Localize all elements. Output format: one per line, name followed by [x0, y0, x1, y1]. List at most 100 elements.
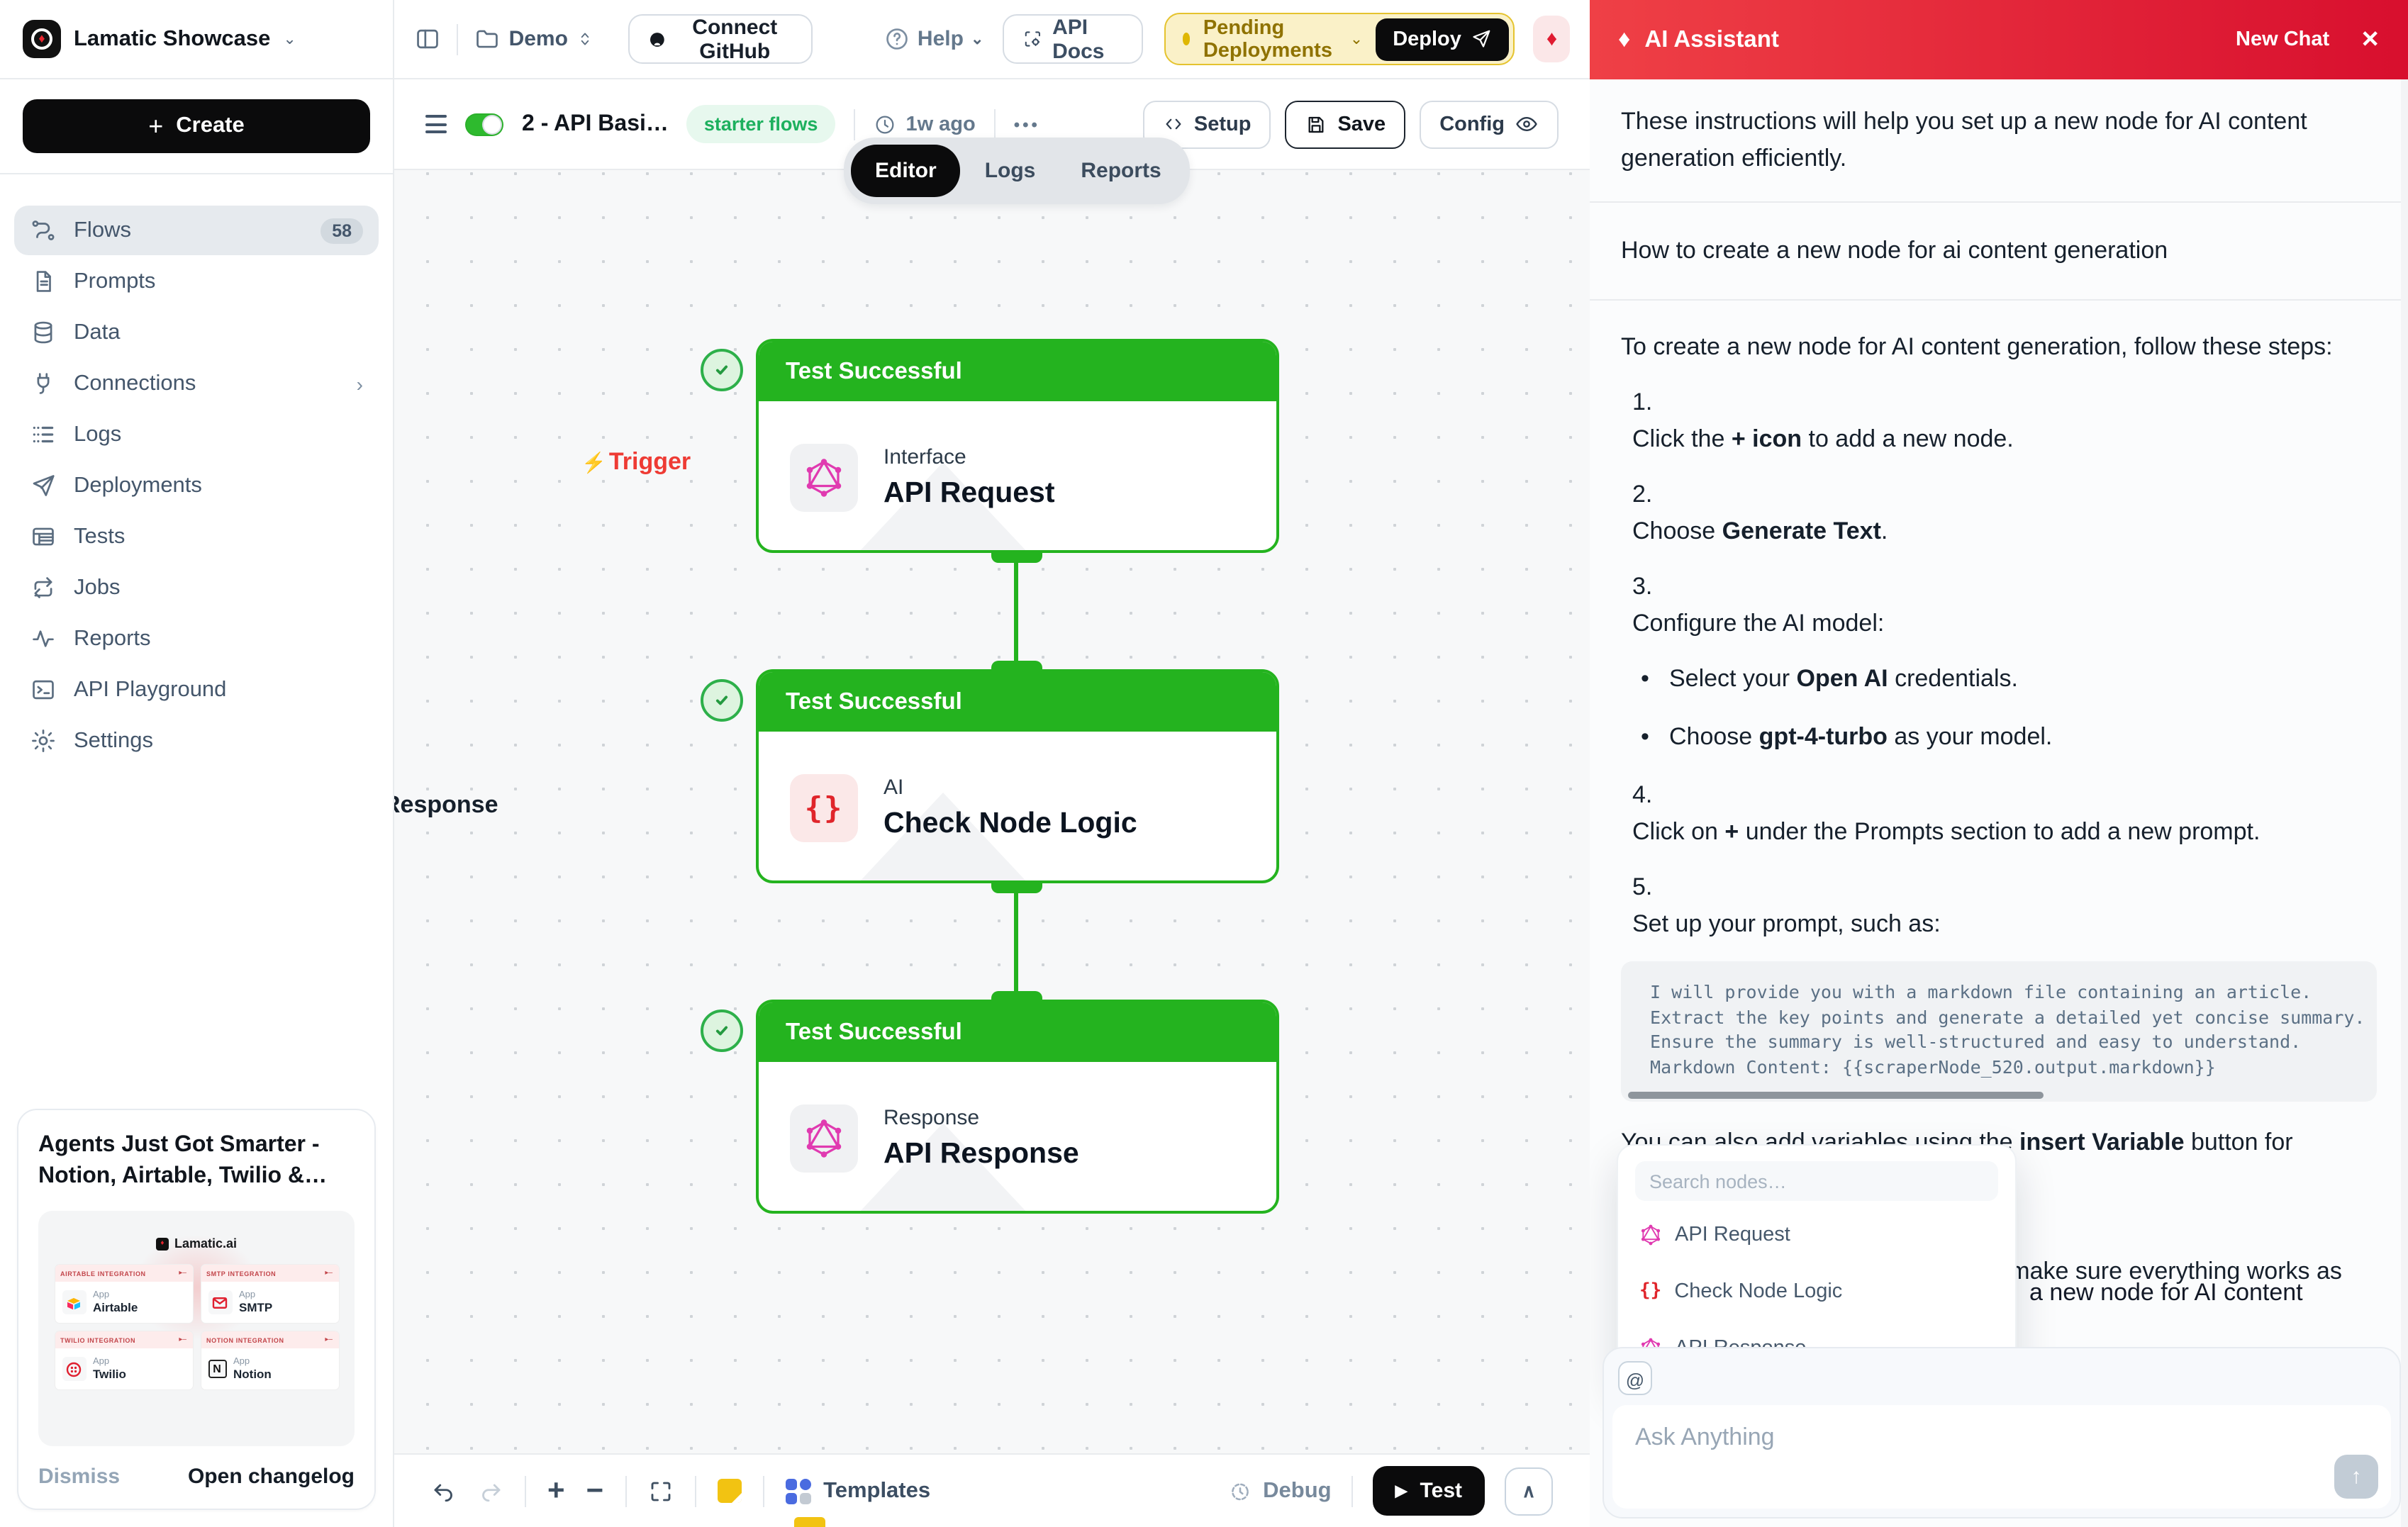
sidebar-item-tests[interactable]: Tests [14, 512, 379, 561]
api-docs-button[interactable]: API Docs [1002, 14, 1142, 64]
fit-view-button[interactable] [647, 1478, 673, 1504]
pending-label: Pending Deployments [1203, 16, 1337, 62]
ask-anything-input[interactable] [1612, 1405, 2391, 1509]
create-button[interactable]: + Create [23, 99, 370, 153]
ai-assistant-launcher[interactable]: ♦ [1534, 16, 1570, 62]
sidebar-item-flows[interactable]: Flows 58 [14, 206, 379, 255]
flow-canvas[interactable]: 2 - API Basi… starter flows 1w ago ••• S… [394, 79, 1590, 1527]
send-button[interactable]: ↑ [2334, 1455, 2378, 1499]
sidebar-item-jobs[interactable]: Jobs [14, 563, 379, 613]
api-docs-icon [1022, 26, 1042, 52]
help-menu[interactable]: Help ⌄ [884, 26, 983, 52]
dropdown-item-label: API Request [1675, 1216, 1790, 1253]
sticky-note-button[interactable] [717, 1479, 741, 1503]
pending-deployments-pill[interactable]: Pending Deployments ⌄ Deploy [1164, 13, 1515, 65]
integration-card-airtable: AIRTABLE INTEGRATION▸– AppAirtable [55, 1265, 192, 1323]
node-title: Check Node Logic [884, 806, 1137, 840]
sidebar-item-logs[interactable]: Logs [14, 410, 379, 459]
sidebar-item-api-playground[interactable]: API Playground [14, 665, 379, 715]
flow-title: 2 - API Basi… [522, 111, 669, 137]
flow-enabled-toggle[interactable] [465, 113, 503, 135]
collapse-sidebar-icon[interactable] [414, 26, 441, 52]
app: ♦ Lamatic Showcase ⌄ Demo Connect Git [0, 0, 2408, 1527]
code-icon [1163, 113, 1184, 135]
ai-assistant-title: AI Assistant [1644, 26, 1779, 53]
node-status-header: Test Successful [759, 672, 1276, 732]
horizontal-scrollbar[interactable] [1628, 1092, 2044, 1099]
mention-button[interactable]: @ [1618, 1361, 1652, 1395]
scrollbar-gutter[interactable] [2401, 79, 2408, 1527]
lamatic-logo-icon: ♦ [156, 1237, 169, 1250]
step-number: 4. [1621, 777, 2377, 814]
integration-card-twilio: TWILIO INTEGRATION▸– AppTwilio [55, 1331, 192, 1389]
config-label: Config [1439, 113, 1505, 135]
braces-icon: {} [1639, 1273, 1661, 1310]
config-button[interactable]: Config [1420, 100, 1559, 148]
zoom-out-button[interactable]: − [586, 1476, 604, 1506]
reports-icon [30, 625, 57, 652]
dropdown-item-api-request[interactable]: API Request [1618, 1207, 2015, 1263]
sidebar-item-label: Prompts [74, 269, 155, 294]
sidebar-item-prompts[interactable]: Prompts [14, 257, 379, 306]
twilio-icon [62, 1357, 86, 1381]
open-changelog-button[interactable]: Open changelog [188, 1465, 355, 1489]
tab-editor[interactable]: Editor [851, 145, 961, 197]
diamond-icon: ♦ [1618, 26, 1630, 54]
tab-logs[interactable]: Logs [964, 147, 1057, 194]
success-check-icon [701, 679, 743, 722]
chevron-down-icon: ⌄ [283, 30, 296, 48]
save-label: Save [1337, 113, 1386, 135]
chevron-up-icon: ∧ [1522, 1480, 1535, 1502]
connect-github-label: Connect GitHub [677, 15, 793, 63]
close-icon[interactable]: ✕ [2360, 26, 2380, 54]
sidebar-item-settings[interactable]: Settings [14, 716, 379, 766]
eye-icon [1515, 112, 1539, 136]
sidebar-item-deployments[interactable]: Deployments [14, 461, 379, 510]
tab-reports[interactable]: Reports [1059, 147, 1182, 194]
node-api-request[interactable]: Test Successful Interface API Request [756, 339, 1279, 553]
templates-button[interactable]: Templates [785, 1478, 930, 1504]
graphql-icon [1639, 1224, 1662, 1246]
project-selector[interactable]: Demo [474, 26, 595, 52]
zoom-in-button[interactable]: + [547, 1476, 565, 1506]
node-check-node-logic[interactable]: Test Successful {} AI Check Node Logic [756, 669, 1279, 883]
workspace-name: Lamatic Showcase [74, 26, 270, 52]
edge-response-label: Response [394, 791, 498, 820]
sidebar-item-data[interactable]: Data [14, 308, 379, 357]
search-nodes-input[interactable] [1635, 1161, 1998, 1201]
redo-button[interactable] [478, 1478, 503, 1504]
step-number: 5. [1621, 869, 2377, 906]
sidebar: + Create Flows 58 Prompts [0, 79, 394, 1527]
debug-button[interactable]: Debug [1227, 1478, 1331, 1504]
dismiss-button[interactable]: Dismiss [38, 1465, 120, 1489]
node-api-response[interactable]: Test Successful Response API Response [756, 1000, 1279, 1214]
arrow-up-icon: ↑ [2351, 1458, 2362, 1495]
test-button[interactable]: ▶ Test [1373, 1466, 1485, 1516]
sidebar-item-connections[interactable]: Connections › [14, 359, 379, 408]
save-button[interactable]: Save [1285, 100, 1405, 148]
assistant-message: To create a new node for AI content gene… [1590, 301, 2408, 1290]
play-icon: ▶ [1395, 1482, 1408, 1500]
menu-icon[interactable] [425, 115, 447, 133]
setup-label: Setup [1194, 113, 1252, 135]
undo-button[interactable] [431, 1478, 457, 1504]
new-chat-button[interactable]: New Chat [2236, 28, 2329, 51]
more-options-icon[interactable]: ••• [1014, 114, 1040, 134]
dropdown-item-check-node-logic[interactable]: {} Check Node Logic [1618, 1263, 2015, 1320]
sidebar-item-label: API Playground [74, 677, 226, 703]
workspace-switcher[interactable]: ♦ Lamatic Showcase ⌄ [0, 0, 394, 78]
step-text: Choose Generate Text. [1621, 513, 2377, 550]
notion-icon: N [208, 1360, 226, 1378]
connect-github-button[interactable]: Connect GitHub [611, 14, 831, 64]
expand-panel-button[interactable]: ∧ [1505, 1467, 1553, 1515]
sidebar-item-reports[interactable]: Reports [14, 614, 379, 664]
node-subtitle: AI [884, 775, 1137, 799]
chat-transcript[interactable]: These instructions will help you set up … [1590, 79, 2408, 1527]
graphql-icon [790, 1104, 858, 1172]
prompt-code-block[interactable]: I will provide you with a markdown file … [1621, 961, 2377, 1102]
deploy-button[interactable]: Deploy [1376, 18, 1510, 60]
canvas-toolbar: + − Templates Debug [394, 1453, 1590, 1527]
node-subtitle: Interface [884, 444, 1055, 469]
ai-assistant-panel: ♦ AI Assistant New Chat ✕ These instruct… [1590, 0, 2408, 1527]
sidebar-item-label: Jobs [74, 575, 121, 600]
